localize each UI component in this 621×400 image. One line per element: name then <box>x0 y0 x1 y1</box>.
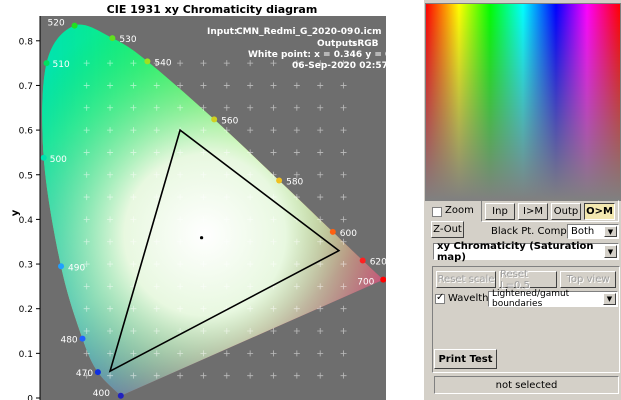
wavelength-label: Wavelth <box>448 293 489 304</box>
plot-title: CIE 1931 xy Chromaticity diagram <box>106 3 318 16</box>
boundary-value: Lightened/gamut boundaries <box>492 289 570 309</box>
reset-scale-button[interactable]: Reset scale <box>436 271 496 288</box>
wavelength-point-490 <box>58 263 65 270</box>
wavelength-label-620: 620 <box>370 257 387 267</box>
wavelength-label-480: 480 <box>60 336 77 346</box>
wavelength-label-580: 580 <box>286 178 303 188</box>
y-axis-label: y <box>10 209 21 216</box>
y-tick-label: 0.1 <box>19 350 33 360</box>
zoom-out-button[interactable]: Z-Out <box>431 221 464 238</box>
control-panel: Zoom Z-Out Inp I>M Outp O>M Black Pt. Co… <box>424 0 621 400</box>
wavelength-label-470: 470 <box>76 369 93 379</box>
y-tick-label: 0.2 <box>19 305 33 315</box>
y-tick-label: 0.7 <box>19 82 33 92</box>
black-pt-comp-value: Both <box>571 226 595 237</box>
top-view-button[interactable]: Top view <box>560 271 616 288</box>
wavelength-label-560: 560 <box>221 116 238 126</box>
wavelength-label-600: 600 <box>340 229 357 239</box>
zoom-label: Zoom <box>445 205 474 216</box>
mode-outp-button[interactable]: Outp <box>551 203 581 220</box>
wavelength-point-580 <box>276 177 283 184</box>
wavelength-label-540: 540 <box>154 58 171 68</box>
wavelength-label-400: 400 <box>93 389 110 399</box>
mode-inp-button[interactable]: Inp <box>485 203 515 220</box>
y-tick-label: 0.8 <box>19 37 34 47</box>
info-output-label: Output: <box>317 39 356 49</box>
wavelength-point-480 <box>79 335 86 342</box>
plot-type-value: xy Chromaticity (Saturation map) <box>437 240 594 263</box>
wavelength-point-530 <box>109 35 116 42</box>
wavelength-point-560 <box>211 116 218 123</box>
chromaticity-diagram: 400470 480 490 500 510 520 530 540 560 580 600 620 7… <box>10 16 413 400</box>
wavelength-point-520 <box>71 22 78 29</box>
status-field: not selected <box>434 376 619 394</box>
y-tick-label: 0.5 <box>19 171 33 181</box>
checkmark-icon: ✓ <box>436 292 445 303</box>
reset-l-button[interactable]: Reset L=0.5 <box>499 269 557 291</box>
wavelength-label-510: 510 <box>53 60 70 70</box>
black-pt-comp-select[interactable]: Both ▼ <box>567 224 619 239</box>
chromaticity-plot-area: 400 470 480 490 500 510 520 530 540 560 580 600 620 7… <box>0 0 424 400</box>
y-tick-label: 0 <box>27 395 33 400</box>
color-map-preview[interactable] <box>425 3 621 201</box>
chevron-down-icon[interactable]: ▼ <box>604 226 617 237</box>
wavelength-label-500: 500 <box>50 155 67 165</box>
wavelength-point-600 <box>329 228 336 235</box>
y-tick-label: 0.4 <box>19 216 34 226</box>
wavelength-point-500 <box>40 154 47 161</box>
y-ticks: 0 0.1 0.2 0.3 0.4 0.5 0.6 0.7 0.8 <box>19 37 40 400</box>
info-input-value: CMN_Redmi_G_2020-09 <box>236 27 353 37</box>
wavelength-point-400 <box>117 392 124 399</box>
y-tick-label: 0.6 <box>19 127 34 137</box>
mode-i-m-button[interactable]: I>M <box>518 203 548 220</box>
info-whitepoint: White point: x = 0.346 y = 0.359 <box>248 50 413 60</box>
black-pt-comp-label: Black Pt. Comp. <box>491 226 570 237</box>
wavelength-point-700 <box>380 276 386 283</box>
wavelength-checkbox[interactable]: ✓ <box>435 292 445 304</box>
chevron-down-icon[interactable]: ▼ <box>604 245 617 258</box>
info-output-value: sRGB <box>352 39 379 49</box>
wavelength-point-510 <box>43 60 50 67</box>
wavelength-label-530: 530 <box>119 35 136 45</box>
info-input-label: Input: <box>207 27 238 37</box>
white-point-marker <box>199 236 204 240</box>
print-test-button[interactable]: Print Test <box>434 349 497 369</box>
chevron-down-icon[interactable]: ▼ <box>603 293 616 305</box>
wavelength-point-540 <box>144 58 151 65</box>
info-date: 06-Sep-2020 02:57:17 <box>292 61 404 71</box>
info-input-ext: 0.icm <box>354 27 381 37</box>
wavelength-point-470 <box>94 369 101 376</box>
wavelength-label-490: 490 <box>68 263 85 273</box>
wavelength-label-700: 700 <box>357 278 374 288</box>
wavelength-point-620 <box>359 257 366 264</box>
y-tick-label: 0.3 <box>19 261 33 271</box>
wavelength-label-520: 520 <box>48 19 65 29</box>
zoom-checkbox[interactable] <box>432 207 442 217</box>
boundary-select[interactable]: Lightened/gamut boundaries ▼ <box>488 289 618 309</box>
plot-type-select[interactable]: xy Chromaticity (Saturation map) ▼ <box>433 240 619 263</box>
mode-o-m-button[interactable]: O>M <box>584 203 615 220</box>
